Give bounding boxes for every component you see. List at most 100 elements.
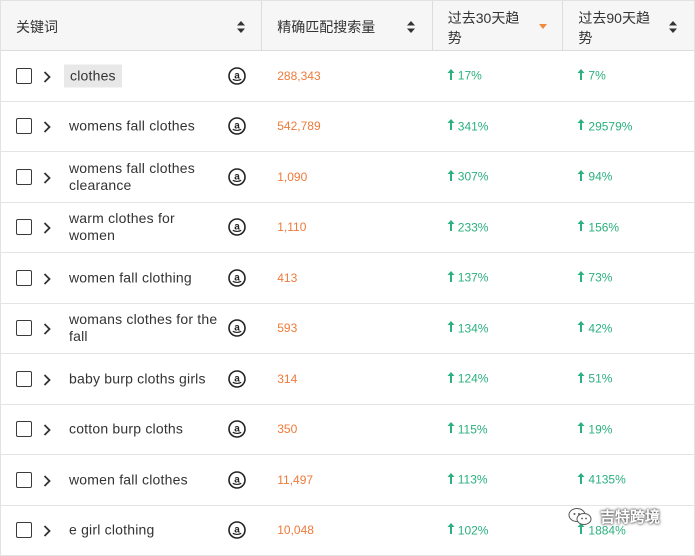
- trend-30-value: 115%: [447, 422, 488, 437]
- trend-90-cell: 42%: [563, 304, 694, 354]
- amazon-icon[interactable]: a: [228, 67, 246, 85]
- arrow-up-icon: [447, 220, 458, 235]
- keyword-cell: cotton burp clothsa: [1, 405, 262, 455]
- trend-30-text: 341%: [458, 119, 489, 133]
- table-body: clothesa288,34317%7%womens fall clothesa…: [1, 51, 694, 556]
- chevron-right-icon[interactable]: [43, 423, 51, 435]
- column-header-trend-30[interactable]: 过去30天趋势: [433, 1, 564, 50]
- trend-90-cell: 19%: [563, 405, 694, 455]
- row-checkbox[interactable]: [16, 320, 32, 336]
- arrow-up-icon: [577, 119, 588, 134]
- amazon-icon[interactable]: a: [228, 370, 246, 388]
- sort-icon[interactable]: [669, 21, 677, 33]
- amazon-icon[interactable]: a: [228, 218, 246, 236]
- table-header: 关键词 精确匹配搜索量 过去30天趋势 过去90天趋势: [1, 0, 694, 51]
- amazon-icon[interactable]: a: [228, 319, 246, 337]
- table-row[interactable]: cotton burp clothsa350115%19%: [1, 405, 694, 456]
- trend-90-cell: 51%: [563, 354, 694, 404]
- trend-90-text: 51%: [588, 372, 612, 386]
- column-label-keyword: 关键词: [16, 17, 58, 37]
- row-checkbox[interactable]: [16, 270, 32, 286]
- chevron-right-icon[interactable]: [43, 373, 51, 385]
- table-row[interactable]: warm clothes for womena1,110233%156%: [1, 203, 694, 254]
- row-checkbox[interactable]: [16, 118, 32, 134]
- chevron-right-icon[interactable]: [43, 171, 51, 183]
- trend-30-cell: 137%: [433, 253, 564, 303]
- arrow-up-icon: [577, 422, 588, 437]
- trend-90-cell: 73%: [563, 253, 694, 303]
- amazon-icon[interactable]: a: [228, 117, 246, 135]
- column-header-exact-volume[interactable]: 精确匹配搜索量: [262, 1, 433, 50]
- table-row[interactable]: women fall clothesa11,497113%4135%: [1, 455, 694, 506]
- arrow-up-icon: [577, 321, 588, 336]
- table-row[interactable]: womens fall clothesa 542,789 341% 29579%: [1, 102, 694, 153]
- column-header-keyword[interactable]: 关键词: [1, 1, 262, 50]
- trend-90-text: 156%: [588, 220, 619, 234]
- amazon-icon[interactable]: a: [228, 420, 246, 438]
- exact-volume-value: 1,090: [277, 170, 307, 184]
- row-checkbox[interactable]: [16, 68, 32, 84]
- chevron-right-icon[interactable]: [43, 70, 51, 82]
- trend-90-value: 51%: [577, 371, 612, 386]
- exact-volume-value: 314: [277, 372, 297, 386]
- keyword-text: warm clothes for women: [69, 210, 225, 244]
- trend-90-value: 94%: [577, 169, 612, 184]
- row-checkbox[interactable]: [16, 472, 32, 488]
- table-row[interactable]: clothesa288,34317%7%: [1, 51, 694, 102]
- keyword-text: womens fall clothes: [69, 118, 225, 135]
- trend-90-text: 94%: [588, 170, 612, 184]
- amazon-icon[interactable]: a: [228, 269, 246, 287]
- column-header-trend-90[interactable]: 过去90天趋势: [563, 1, 694, 50]
- trend-90-value: 4135%: [577, 472, 625, 487]
- chevron-right-icon[interactable]: [43, 322, 51, 334]
- exact-volume-value: 10,048: [277, 523, 314, 537]
- keyword-text: women fall clothing: [69, 269, 225, 286]
- keyword-cell: women fall clothinga: [1, 253, 262, 303]
- row-checkbox[interactable]: [16, 371, 32, 387]
- column-label-trend-90: 过去90天趋势: [578, 8, 658, 48]
- keyword-text: clothes: [64, 64, 122, 87]
- table-row[interactable]: baby burp cloths girlsa314124%51%: [1, 354, 694, 405]
- trend-90-cell: 4135%: [563, 455, 694, 505]
- chevron-right-icon[interactable]: [43, 474, 51, 486]
- arrow-up-icon: [577, 68, 588, 83]
- table-row[interactable]: womens fall clothes clearancea 1,090 307% 9…: [1, 152, 694, 203]
- chevron-right-icon[interactable]: [43, 524, 51, 536]
- row-checkbox[interactable]: [16, 219, 32, 235]
- trend-30-cell: 102%: [433, 506, 564, 556]
- chevron-right-icon[interactable]: [43, 120, 51, 132]
- keyword-text: cotton burp cloths: [69, 421, 225, 438]
- row-checkbox[interactable]: [16, 421, 32, 437]
- exact-volume-cell: 593: [262, 304, 433, 354]
- exact-volume-cell: 1,110: [262, 203, 433, 253]
- chevron-right-icon[interactable]: [43, 272, 51, 284]
- trend-30-value: 17%: [447, 68, 482, 83]
- trend-30-cell: 115%: [433, 405, 564, 455]
- trend-90-cell: 7%: [563, 51, 694, 101]
- arrow-up-icon: [447, 270, 458, 285]
- amazon-icon[interactable]: a: [228, 471, 246, 489]
- chevron-right-icon[interactable]: [43, 221, 51, 233]
- table-row[interactable]: womans clothes for the falla593134%42%: [1, 304, 694, 355]
- exact-volume-value: 542,789: [277, 119, 320, 133]
- arrow-up-icon: [447, 422, 458, 437]
- trend-30-text: 113%: [458, 473, 488, 487]
- sort-desc-icon[interactable]: [539, 23, 547, 35]
- table-row[interactable]: women fall clothinga413137%73%: [1, 253, 694, 304]
- keyword-text: womens fall clothes clearance: [69, 160, 225, 194]
- sort-icon[interactable]: [407, 21, 415, 33]
- row-checkbox[interactable]: [16, 522, 32, 538]
- trend-30-text: 124%: [458, 372, 489, 386]
- trend-90-text: 4135%: [588, 473, 625, 487]
- exact-volume-value: 11,497: [277, 473, 313, 487]
- trend-30-cell: 307%: [433, 152, 564, 202]
- sort-icon[interactable]: [237, 21, 245, 33]
- trend-90-cell: 29579%: [563, 102, 694, 152]
- arrow-up-icon: [577, 371, 588, 386]
- row-checkbox[interactable]: [16, 169, 32, 185]
- amazon-icon[interactable]: a: [228, 521, 246, 539]
- watermark: 吉特跨境: [568, 506, 660, 527]
- keyword-cell: clothes a: [1, 51, 262, 101]
- trend-30-value: 341%: [447, 119, 489, 134]
- amazon-icon[interactable]: a: [228, 168, 246, 186]
